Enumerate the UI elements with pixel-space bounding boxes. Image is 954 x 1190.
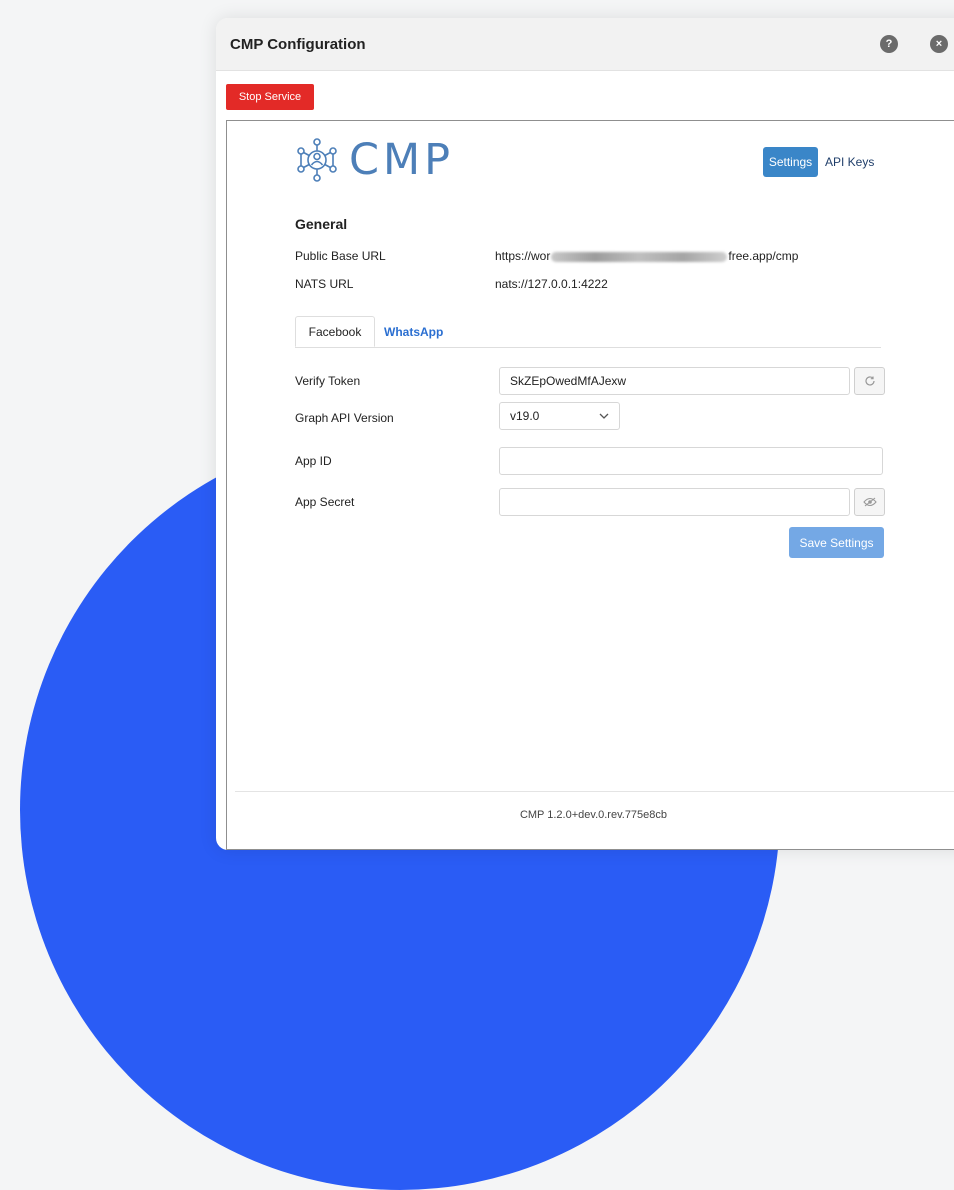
app-id-label: App ID xyxy=(295,454,332,468)
graph-api-version-label: Graph API Version xyxy=(295,411,394,425)
version-label: CMP 1.2.0+dev.0.rev.775e8cb xyxy=(519,809,668,821)
public-base-url-value: https://wor free.app/cmp xyxy=(495,249,798,263)
app-secret-input[interactable] xyxy=(499,488,850,516)
cmp-logo: CMP xyxy=(295,135,454,185)
app-secret-label: App Secret xyxy=(295,495,355,509)
footer-divider xyxy=(235,791,954,792)
api-keys-link[interactable]: API Keys xyxy=(825,147,874,177)
help-icon[interactable]: ? xyxy=(880,35,898,53)
general-heading: General xyxy=(295,216,348,232)
redacted-url-blur xyxy=(551,251,728,262)
refresh-icon xyxy=(864,376,875,386)
window-title: CMP Configuration xyxy=(230,35,366,53)
config-window: CMP Configuration ? × Stop Service CMP S… xyxy=(216,18,954,850)
title-bar: CMP Configuration ? × xyxy=(216,18,954,71)
cmp-network-logo-icon xyxy=(297,138,337,182)
stop-service-button[interactable]: Stop Service xyxy=(226,84,314,110)
verify-token-input[interactable]: SkZEpOwedMfAJexw xyxy=(499,367,850,395)
graph-api-version-select[interactable]: v19.0 xyxy=(499,402,620,430)
tab-whatsapp[interactable]: WhatsApp xyxy=(384,316,443,347)
logo-text: CMP xyxy=(349,135,455,185)
public-base-url-label: Public Base URL xyxy=(295,249,386,263)
public-base-url-suffix: free.app/cmp xyxy=(728,249,799,263)
verify-token-label: Verify Token xyxy=(295,374,361,388)
graph-api-version-value: v19.0 xyxy=(510,409,540,423)
save-settings-button[interactable]: Save Settings xyxy=(789,527,884,558)
nats-url-value: nats://127.0.0.1:4222 xyxy=(495,277,608,291)
regenerate-token-button[interactable] xyxy=(854,367,885,395)
platform-tabs: Facebook WhatsApp xyxy=(295,316,881,348)
close-icon[interactable]: × xyxy=(930,35,948,53)
toggle-secret-visibility-button[interactable] xyxy=(854,488,885,516)
settings-tab-button[interactable]: Settings xyxy=(763,147,818,177)
tab-facebook[interactable]: Facebook xyxy=(295,316,375,347)
settings-panel: CMP Settings API Keys General Public Bas… xyxy=(226,120,954,850)
nats-url-label: NATS URL xyxy=(295,277,354,291)
public-base-url-prefix: https://wor xyxy=(495,249,551,263)
chevron-down-icon xyxy=(599,413,609,419)
eye-icon xyxy=(862,497,877,507)
app-id-input[interactable] xyxy=(499,447,883,475)
